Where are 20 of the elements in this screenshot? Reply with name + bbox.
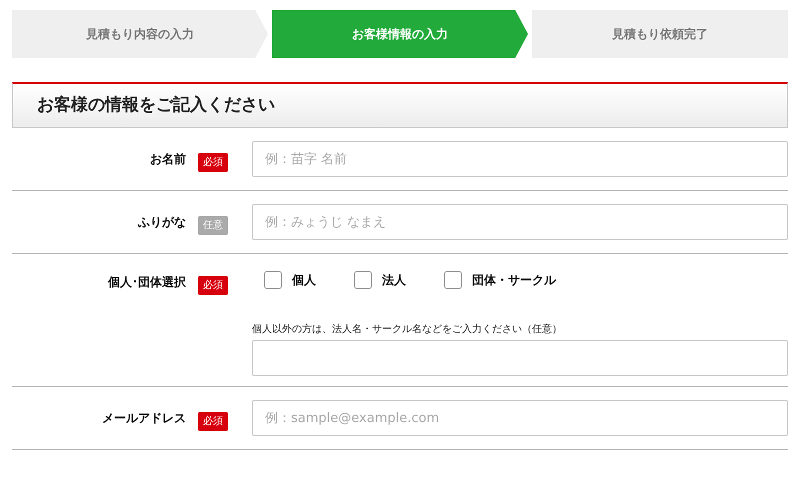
checkbox[interactable] (264, 271, 282, 289)
optional-badge: 任意 (198, 216, 228, 235)
checkbox[interactable] (444, 271, 462, 289)
required-badge: 必須 (198, 276, 228, 295)
required-badge: 必須 (198, 412, 228, 431)
checkbox-option[interactable]: 法人 (354, 270, 406, 290)
field-label: お名前 (150, 151, 186, 168)
field-note: 個人以外の方は、法人名・サークル名などをご入力ください（任意） (252, 322, 563, 337)
field-label: メールアドレス (102, 410, 186, 427)
text-field[interactable] (252, 340, 788, 376)
checkbox-option[interactable]: 団体・サークル (444, 270, 556, 290)
text-field[interactable]: 例：sample@example.com (252, 400, 788, 436)
text-field[interactable]: 例：苗字 名前 (252, 141, 788, 177)
field-label: 個人･団体選択 (108, 274, 186, 291)
required-badge: 必須 (198, 153, 228, 172)
text-field[interactable]: 例：みょうじ なまえ (252, 204, 788, 240)
section-title: お客様の情報をご記入ください (37, 94, 275, 117)
field-label: ふりがな (138, 214, 186, 231)
checkbox-option[interactable]: 個人 (264, 270, 316, 290)
checkbox[interactable] (354, 271, 372, 289)
